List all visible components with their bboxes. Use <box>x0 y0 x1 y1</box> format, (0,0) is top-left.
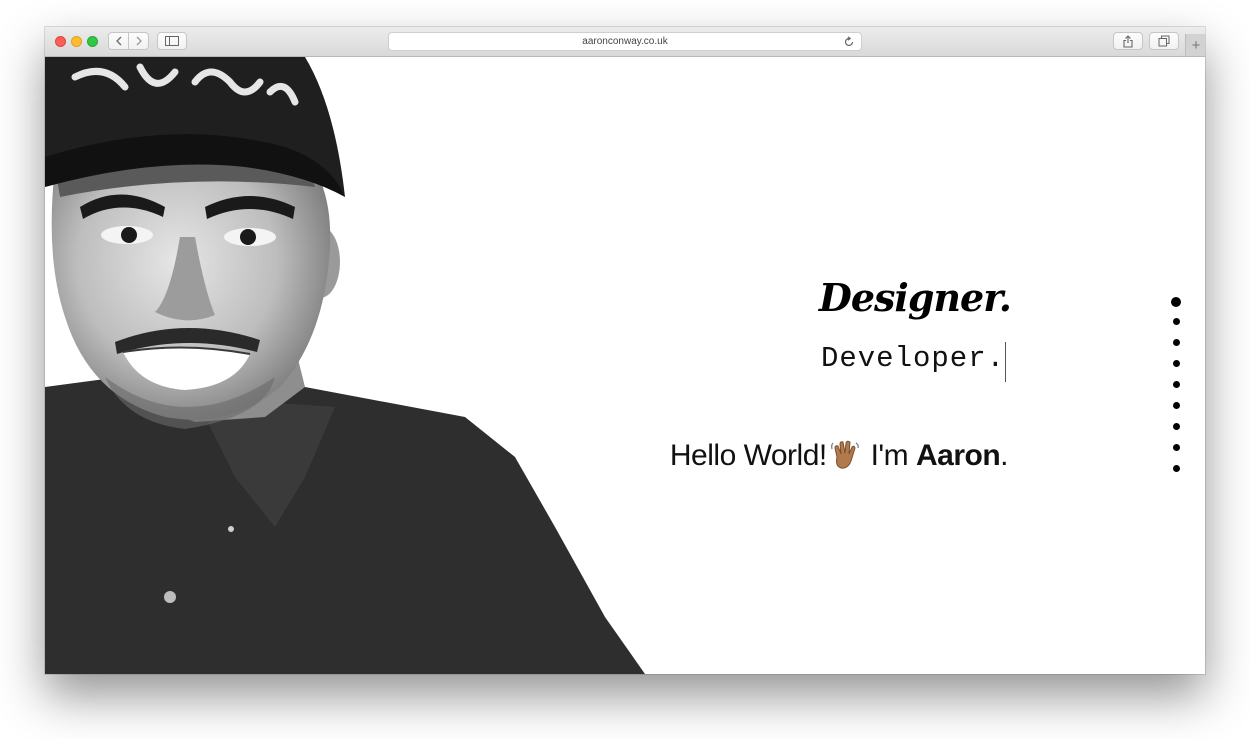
profile-photo <box>45 57 645 674</box>
new-tab-button[interactable]: + <box>1185 34 1205 56</box>
page-content: Designer. Developer. Hello World! I'm Aa… <box>45 57 1205 674</box>
pagination-dot-8[interactable] <box>1172 444 1180 451</box>
role-designer: Designer. <box>818 275 1012 320</box>
shirt-button <box>164 591 176 603</box>
sidebar-icon <box>165 36 179 46</box>
back-button[interactable] <box>108 32 129 50</box>
typing-cursor <box>1005 342 1006 382</box>
forward-button[interactable] <box>128 32 149 50</box>
address-bar[interactable]: aaronconway.co.uk <box>388 32 862 51</box>
tabs-icon <box>1158 35 1170 47</box>
pagination-dot-2[interactable] <box>1172 318 1180 325</box>
share-button[interactable] <box>1113 32 1143 50</box>
browser-window: aaronconway.co.uk + Designer. Developer.… <box>45 27 1205 674</box>
greeting-name: Aaron <box>915 439 1001 472</box>
greeting-suffix: . <box>1000 439 1008 472</box>
back-icon <box>115 36 121 46</box>
url-text: aaronconway.co.uk <box>582 36 668 47</box>
share-icon <box>1123 34 1133 48</box>
pagination-dot-1[interactable] <box>1171 297 1181 307</box>
pagination-dot-9[interactable] <box>1172 465 1180 472</box>
waving-hand-icon <box>829 439 861 479</box>
maximize-window-button[interactable] <box>87 36 98 47</box>
reload-button[interactable] <box>843 35 855 53</box>
browser-toolbar: aaronconway.co.uk + <box>45 27 1205 57</box>
pagination-dot-7[interactable] <box>1172 423 1180 430</box>
minimize-window-button[interactable] <box>71 36 82 47</box>
section-pagination <box>1169 297 1183 486</box>
pagination-dot-3[interactable] <box>1172 339 1180 346</box>
greeting: Hello World! I'm Aaron. <box>585 439 1009 479</box>
pagination-dot-4[interactable] <box>1172 360 1180 367</box>
shirt-button <box>228 526 234 532</box>
greeting-mid: I'm <box>862 439 916 472</box>
role-developer: Developer. <box>820 342 1005 375</box>
greeting-prefix: Hello World! <box>669 439 827 472</box>
sidebar-toggle-button[interactable] <box>157 32 187 50</box>
typed-role-line: Developer. <box>605 342 1006 382</box>
close-window-button[interactable] <box>55 36 66 47</box>
reload-icon <box>844 36 854 47</box>
show-tabs-button[interactable] <box>1149 32 1179 50</box>
plus-icon: + <box>1191 36 1201 54</box>
forward-icon <box>136 36 142 46</box>
pagination-dot-5[interactable] <box>1172 381 1180 388</box>
pagination-dot-6[interactable] <box>1172 402 1180 409</box>
